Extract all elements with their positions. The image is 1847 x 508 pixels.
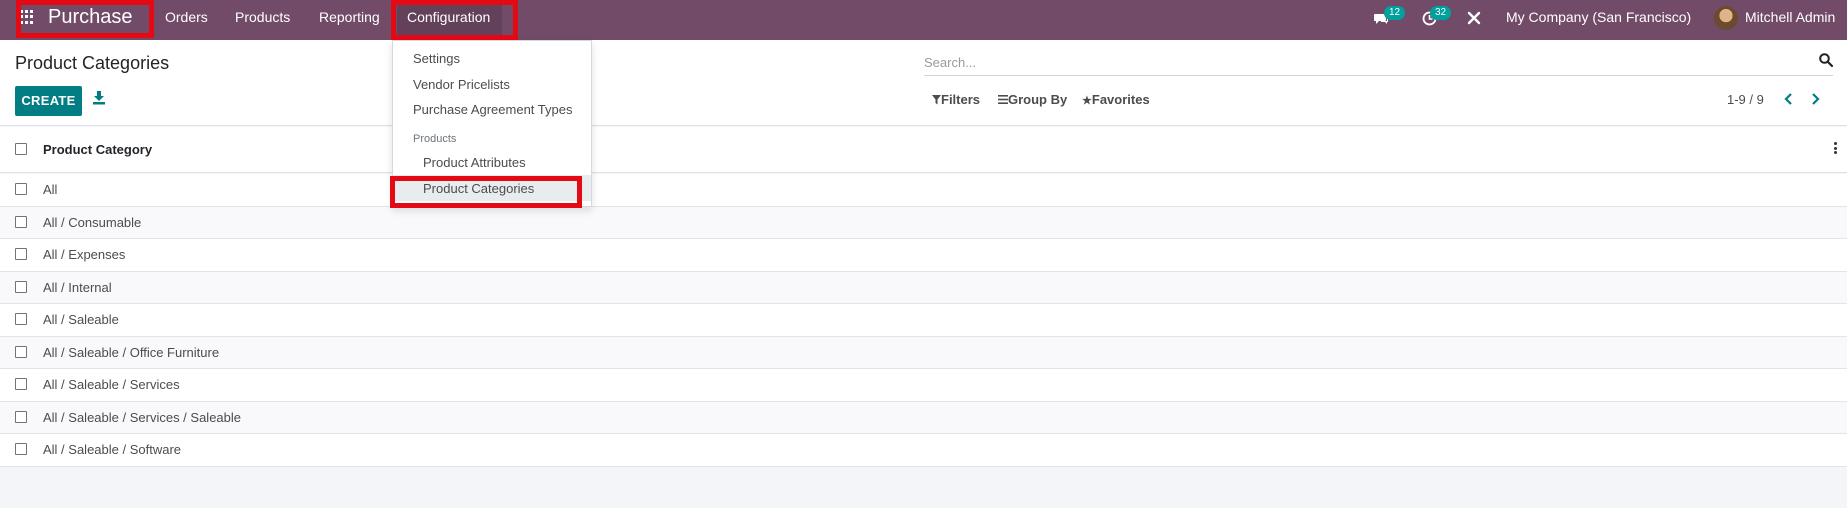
menu-item-product-categories[interactable]: Product Categories [423,181,534,196]
list-body: All All / Consumable All / Expenses All … [0,174,1847,467]
row-checkbox[interactable] [15,313,27,325]
configuration-dropdown: Settings Vendor Pricelists Purchase Agre… [392,40,592,207]
activities-count-badge: 32 [1430,6,1452,20]
row-category-name: All / Saleable / Services / Saleable [43,409,241,425]
pager-next-icon[interactable] [1811,93,1820,105]
menu-orders[interactable]: Orders [165,0,208,40]
search-input[interactable] [924,52,1784,72]
pager-previous-icon[interactable] [1784,93,1793,105]
group-by-label: Group By [1008,92,1068,107]
menu-item-product-attributes[interactable]: Product Attributes [423,155,526,170]
page-title: Product Categories [15,53,170,73]
menu-reporting[interactable]: Reporting [319,0,380,40]
optional-columns-icon[interactable] [1834,142,1837,154]
user-menu[interactable]: Mitchell Admin [1745,0,1835,40]
row-checkbox[interactable] [15,215,27,228]
avatar[interactable] [1714,6,1738,30]
menu-section-products: Products [413,133,457,145]
menu-item-purchase-agreement-types[interactable]: Purchase Agreement Types [413,102,572,117]
row-checkbox[interactable] [15,183,27,195]
menu-item-settings[interactable]: Settings [413,51,460,66]
company-switcher[interactable]: My Company (San Francisco) [1506,0,1691,40]
pager-value[interactable]: 1-9 / 9 [1727,92,1764,107]
search-icon[interactable] [1819,53,1833,67]
star-icon: ★ [1082,95,1092,107]
create-button[interactable]: CREATE [15,86,82,116]
table-row[interactable]: All / Saleable / Services [0,369,1847,402]
table-row[interactable]: All [0,174,1847,207]
search-bar [924,48,1833,76]
funnel-icon [932,95,941,105]
row-checkbox[interactable] [15,378,27,390]
table-row[interactable]: All / Saleable [0,304,1847,337]
menu-products[interactable]: Products [235,0,290,40]
table-row[interactable]: All / Internal [0,271,1847,304]
favorites-label: Favorites [1091,92,1150,107]
row-category-name: All / Consumable [43,214,142,230]
row-category-name: All / Saleable / Software [43,442,182,457]
row-category-name: All / Saleable / Office Furniture [43,344,220,360]
filters-toggle[interactable]: Filters [932,92,980,107]
apps-icon[interactable] [20,10,34,24]
row-category-name: All / Internal [43,279,112,295]
row-checkbox[interactable] [15,443,27,455]
favorites-toggle[interactable]: ★Favorites [1082,92,1150,107]
table-row[interactable]: All / Saleable / Office Furniture [0,336,1847,369]
row-category-name: All / Expenses [43,247,126,262]
bars-icon [998,95,1008,104]
table-row[interactable]: All / Saleable / Software [0,434,1847,467]
debug-tools-icon[interactable] [1467,11,1481,25]
download-icon[interactable] [93,91,105,105]
menu-configuration[interactable]: Configuration [397,0,502,40]
column-header-product-category[interactable]: Product Category [43,142,152,157]
select-all-checkbox[interactable] [15,143,27,155]
table-row[interactable]: All / Consumable [0,206,1847,239]
top-navbar: Purchase Orders Products Reporting Confi… [0,0,1847,40]
row-checkbox[interactable] [15,345,27,358]
control-panel: Product Categories CREATE Filters Group … [0,40,1847,126]
list-header: Product Category [0,127,1847,173]
messages-count-badge: 12 [1384,6,1406,20]
row-checkbox[interactable] [15,410,27,423]
table-row[interactable]: All / Saleable / Services / Saleable [0,401,1847,434]
app-brand[interactable]: Purchase [48,6,133,29]
row-category-name: All [43,182,58,197]
row-checkbox[interactable] [15,280,27,293]
row-category-name: All / Saleable [43,312,119,327]
menu-item-vendor-pricelists[interactable]: Vendor Pricelists [413,77,510,92]
row-category-name: All / Saleable / Services [43,377,180,392]
table-row[interactable]: All / Expenses [0,239,1847,272]
filters-label: Filters [941,92,981,107]
group-by-toggle[interactable]: Group By [998,92,1067,107]
row-checkbox[interactable] [15,248,27,260]
